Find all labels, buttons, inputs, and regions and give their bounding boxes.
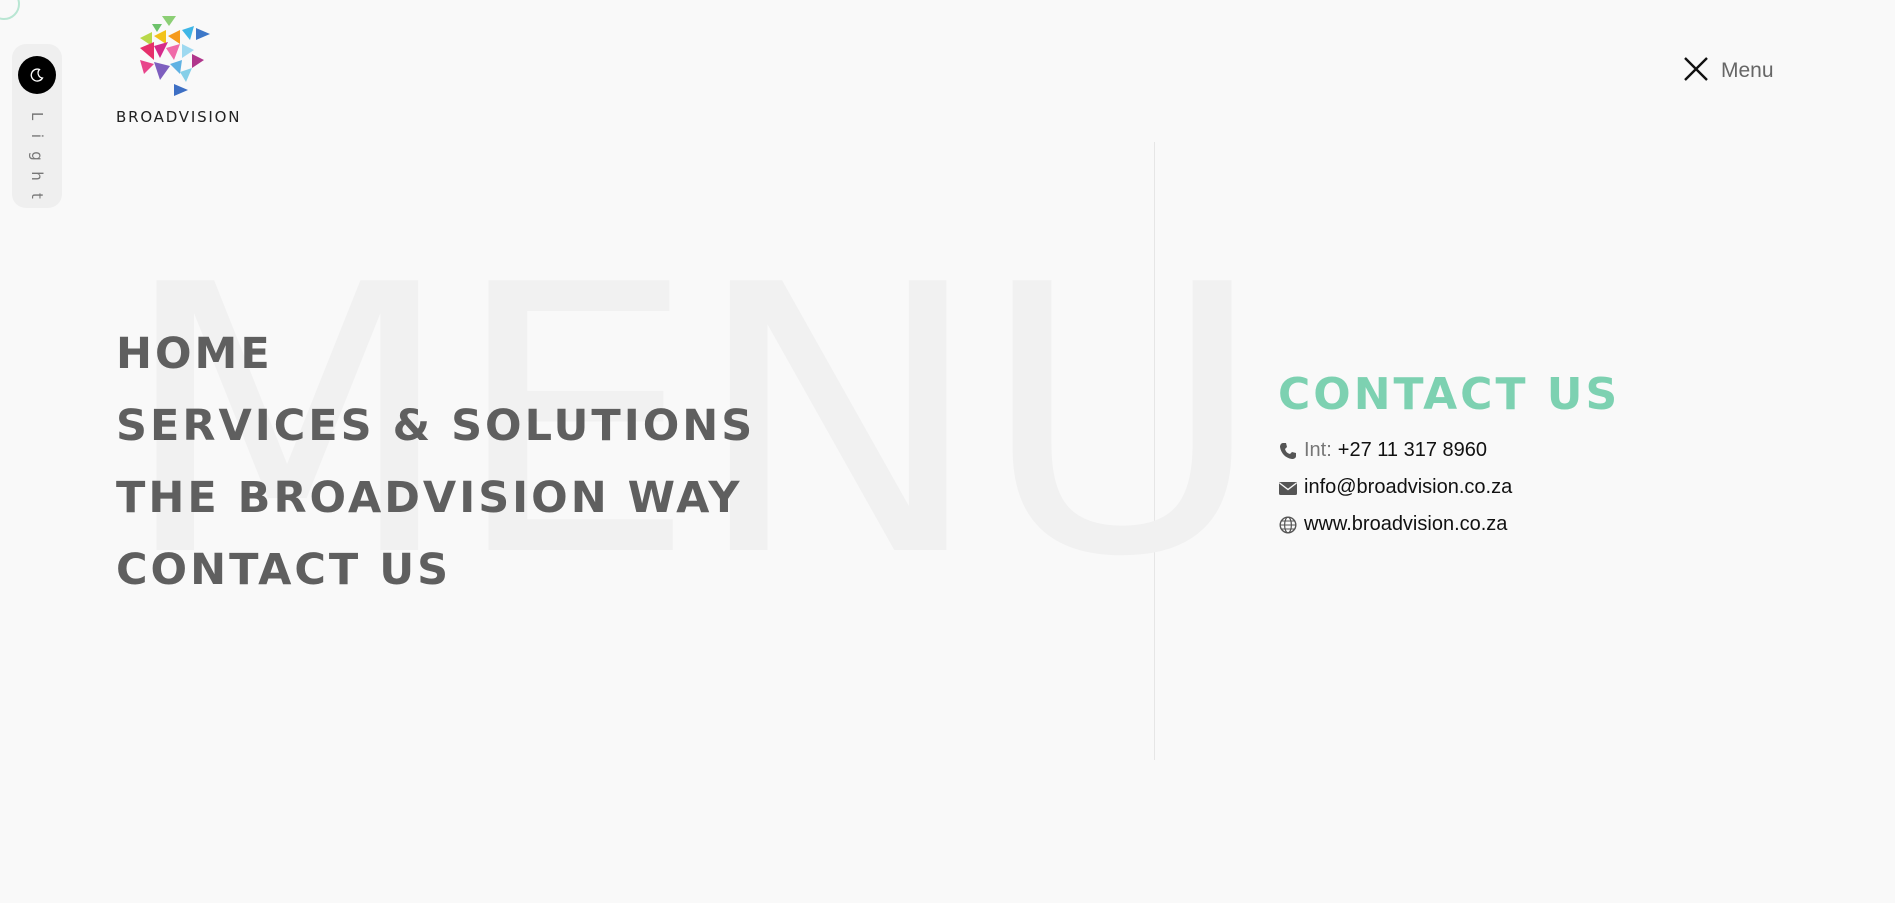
phone-prefix: Int: — [1304, 439, 1332, 461]
nav-item-services-solutions[interactable]: SERVICES & SOLUTIONS — [116, 390, 755, 462]
menu-label[interactable]: Menu — [1721, 59, 1774, 83]
logo-mark — [140, 16, 210, 96]
website-link[interactable]: www.broadvision.co.za — [1304, 513, 1507, 536]
mail-icon — [1278, 480, 1298, 496]
globe-icon — [1278, 515, 1298, 534]
menu-close-button[interactable]: Menu — [1683, 56, 1774, 86]
phone-link[interactable]: +27 11 317 8960 — [1338, 439, 1487, 462]
phone-icon — [1278, 442, 1298, 460]
nav-item-home[interactable]: HOME — [116, 318, 755, 390]
nav-item-contact-us[interactable]: CONTACT US — [116, 534, 755, 606]
contact-phone-row: Int: +27 11 317 8960 — [1278, 432, 1620, 469]
contact-email-row: info@broadvision.co.za — [1278, 469, 1620, 506]
theme-toggle-label: L i g h t — [27, 111, 46, 199]
brand-name: BROADVISION — [116, 108, 242, 126]
nav-item-broadvision-way[interactable]: THE BROADVISION WAY — [116, 462, 755, 534]
contact-title: CONTACT US — [1278, 369, 1621, 420]
moon-icon[interactable] — [18, 56, 56, 94]
close-icon[interactable] — [1683, 56, 1709, 87]
contact-website-row: www.broadvision.co.za — [1278, 506, 1620, 543]
broadvision-logo[interactable]: BROADVISION — [116, 10, 242, 130]
main-nav: HOME SERVICES & SOLUTIONS THE BROADVISIO… — [116, 318, 755, 606]
contact-panel: CONTACT US Int: +27 11 317 8960 info@bro… — [1278, 366, 1620, 543]
corner-ring-decoration — [0, 0, 20, 20]
email-link[interactable]: info@broadvision.co.za — [1304, 476, 1512, 499]
theme-toggle[interactable]: L i g h t — [12, 44, 62, 208]
